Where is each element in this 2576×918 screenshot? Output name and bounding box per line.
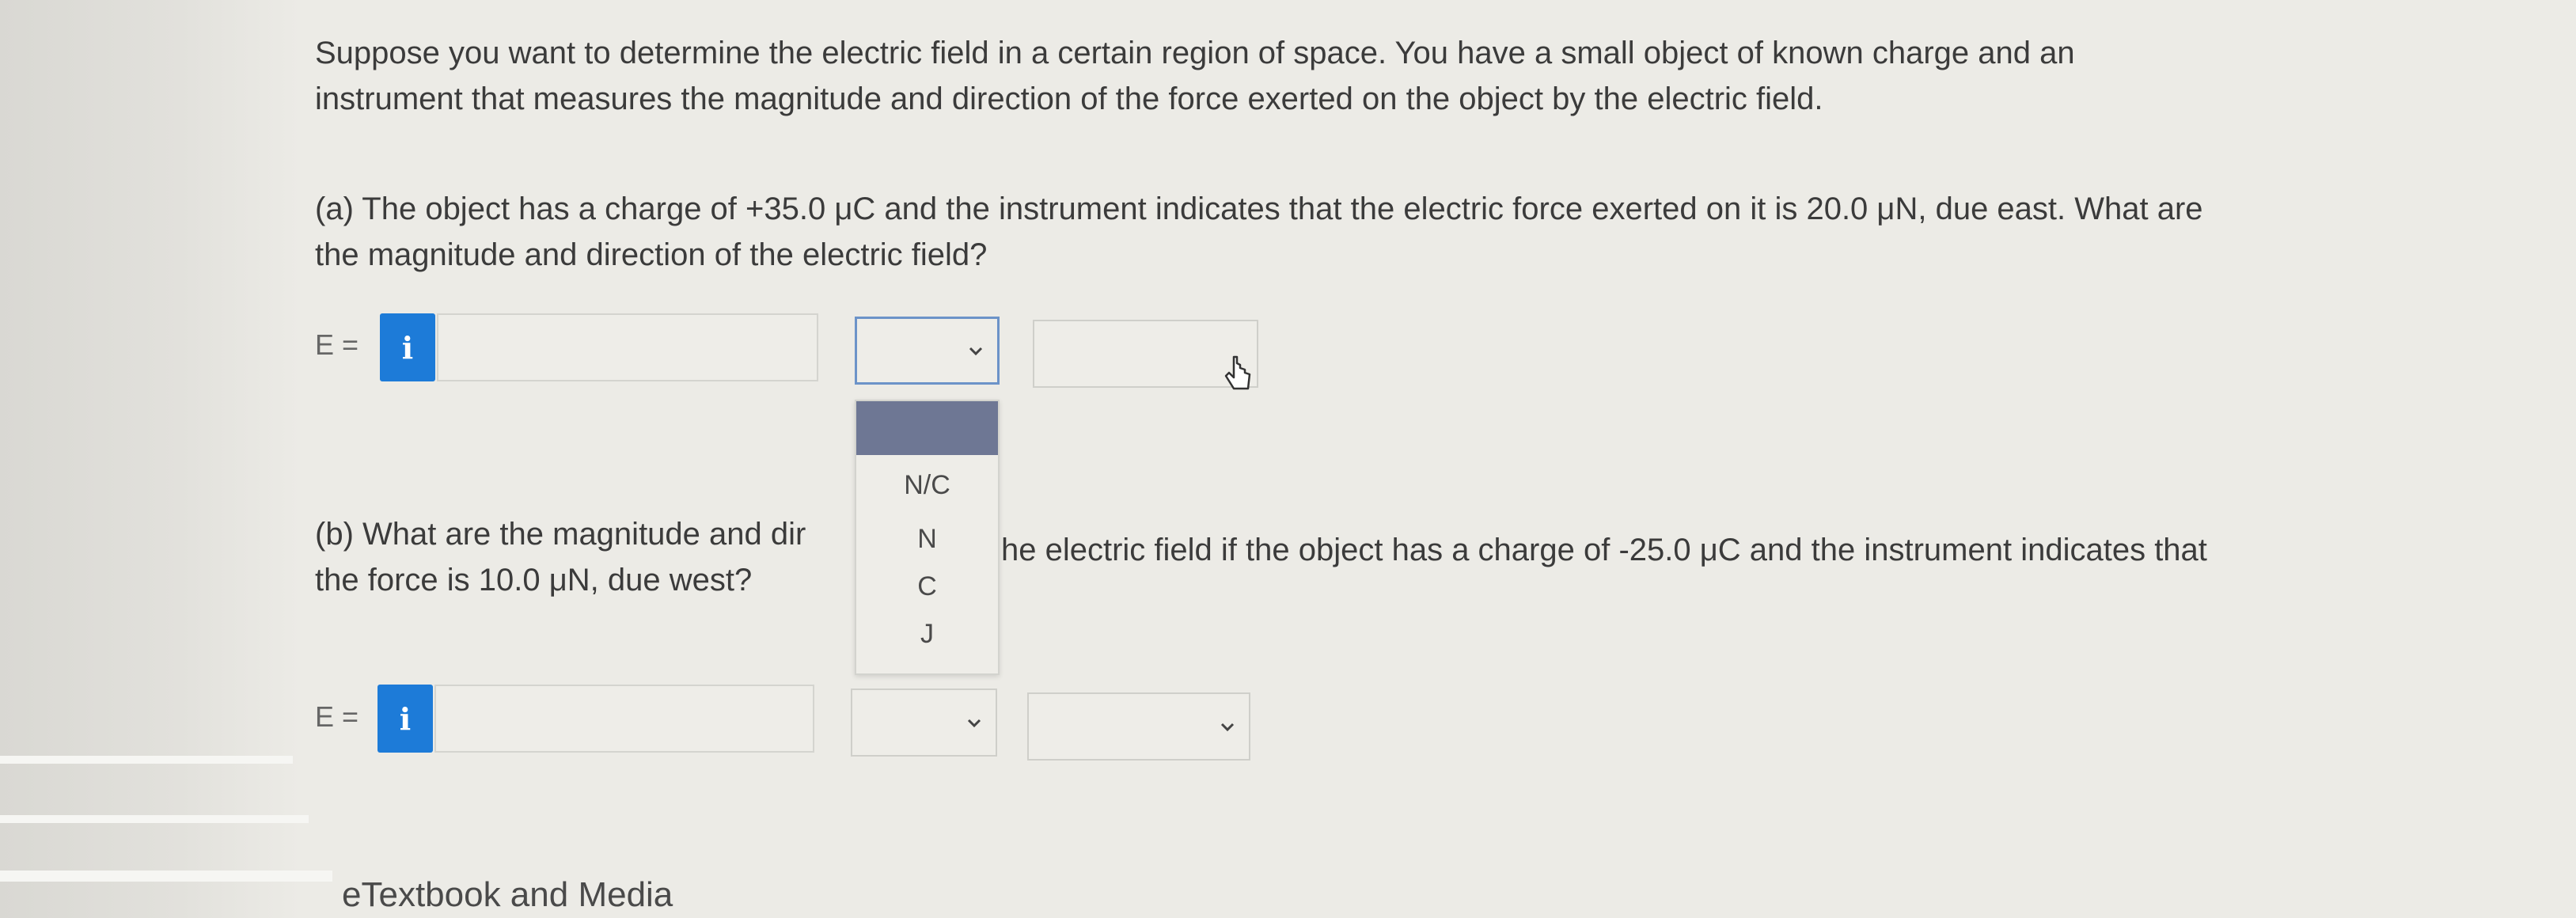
dropdown-option-n[interactable]: N [856,515,998,563]
dropdown-option-n-per-c[interactable]: N/C [856,461,998,509]
answer-b-label: E = [315,700,359,733]
question-content: Suppose you want to determine the electr… [0,0,2576,918]
part-a-question: (a) The object has a charge of +35.0 μC … [315,186,2203,278]
answer-a-value-input[interactable] [437,313,818,381]
part-a-line: the magnitude and direction of the elect… [315,237,988,272]
chevron-down-icon [967,719,981,728]
part-a-line: (a) The object has a charge of +35.0 μC … [315,192,2203,226]
answer-b-direction-select[interactable] [1027,692,1250,761]
dropdown-option-j[interactable]: J [856,610,998,658]
part-b-line: the force is 10.0 μN, due west? [315,563,753,597]
hand-pointer-icon [1224,355,1251,390]
info-icon[interactable]: i [380,313,435,381]
part-b-line-right: he electric field if the object has a ch… [1001,533,2207,567]
part-b-question-continued: he electric field if the object has a ch… [1001,527,2207,573]
chevron-down-icon [1220,723,1235,732]
intro-line: instrument that measures the magnitude a… [315,82,1823,116]
answer-a-unit-select[interactable] [855,317,1000,385]
etextbook-link[interactable]: eTextbook and Media [342,875,673,915]
part-b-question: (b) What are the magnitude and dir the f… [315,511,806,603]
info-icon[interactable]: i [377,685,433,753]
dropdown-option-c[interactable]: C [856,563,998,610]
question-intro: Suppose you want to determine the electr… [315,30,2075,122]
intro-line: Suppose you want to determine the electr… [315,36,2075,70]
unit-dropdown-list: N/C N C J [855,400,1000,675]
chevron-down-icon [969,347,983,356]
dropdown-option-blank[interactable] [856,401,998,455]
answer-b-value-input[interactable] [434,685,814,753]
answer-b-unit-select[interactable] [851,688,997,757]
answer-a-label: E = [315,328,359,361]
part-b-line-left: (b) What are the magnitude and dir [315,517,806,552]
